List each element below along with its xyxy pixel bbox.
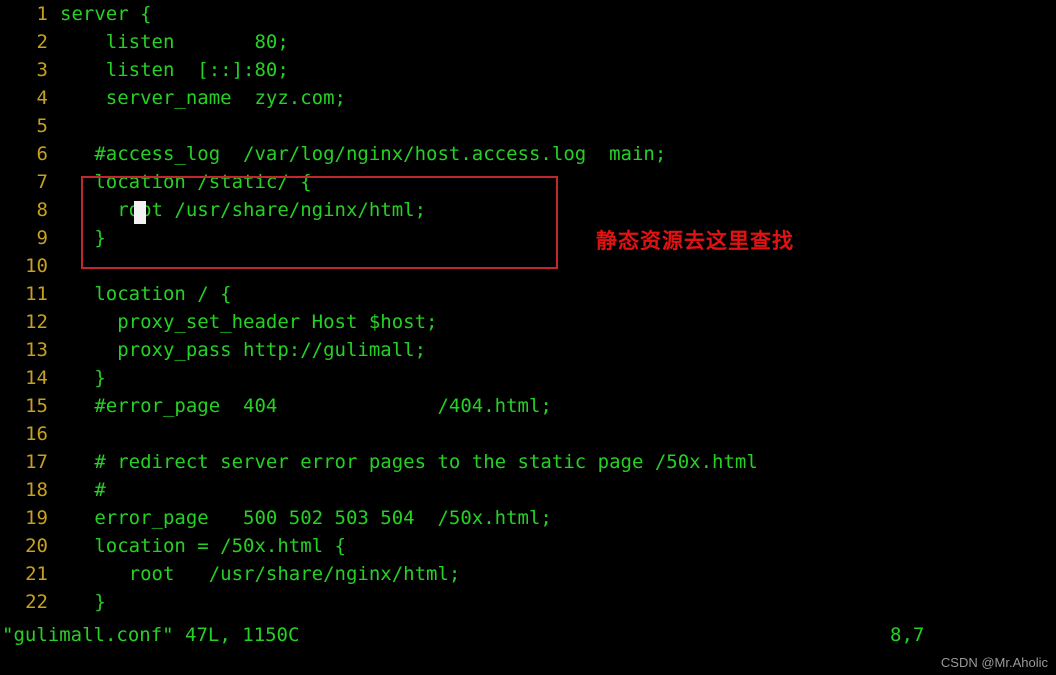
line-content[interactable]: server_name zyz.com; — [60, 84, 346, 112]
code-line[interactable]: 15 #error_page 404 /404.html; — [0, 392, 1056, 420]
line-number: 10 — [25, 255, 48, 277]
code-line[interactable]: 5 — [0, 112, 1056, 140]
code-line[interactable]: 16 — [0, 420, 1056, 448]
code-editor-buffer[interactable]: 1 server {2 listen 80; 3 listen [::]:80; 4 … — [0, 0, 1056, 620]
code-line[interactable]: 8 root /usr/share/nginx/html; — [0, 196, 1056, 224]
line-number: 5 — [36, 115, 48, 137]
code-line[interactable]: 21 root /usr/share/nginx/html; — [0, 560, 1056, 588]
line-number: 13 — [25, 339, 48, 361]
line-content[interactable]: location = /50x.html { — [60, 532, 346, 560]
line-content[interactable]: proxy_set_header Host $host; — [60, 308, 437, 336]
line-content[interactable]: error_page 500 502 503 504 /50x.html; — [60, 504, 552, 532]
line-content[interactable]: } — [60, 588, 105, 616]
annotation-static-resource-note: 静态资源去这里查找 — [596, 229, 794, 253]
line-number: 19 — [25, 507, 48, 529]
code-line[interactable]: 9 } — [0, 224, 1056, 252]
code-line[interactable]: 4 server_name zyz.com; — [0, 84, 1056, 112]
code-line[interactable]: 11 location / { — [0, 280, 1056, 308]
block-cursor — [134, 201, 146, 224]
code-line[interactable]: 22 } — [0, 588, 1056, 616]
line-content[interactable]: proxy_pass http://gulimall; — [60, 336, 426, 364]
code-line[interactable]: 1 server { — [0, 0, 1056, 28]
line-number: 15 — [25, 395, 48, 417]
line-number: 14 — [25, 367, 48, 389]
code-line[interactable]: 14 } — [0, 364, 1056, 392]
line-content[interactable]: listen [::]:80; — [60, 56, 289, 84]
line-number: 3 — [36, 59, 48, 81]
code-line[interactable]: 20 location = /50x.html { — [0, 532, 1056, 560]
code-line[interactable]: 10 — [0, 252, 1056, 280]
code-line[interactable]: 6 #access_log /var/log/nginx/host.access… — [0, 140, 1056, 168]
code-line[interactable]: 13 proxy_pass http://gulimall; — [0, 336, 1056, 364]
line-number: 22 — [25, 591, 48, 613]
code-line[interactable]: 12 proxy_set_header Host $host; — [0, 308, 1056, 336]
line-content[interactable]: } — [60, 224, 105, 252]
status-file-info: "gulimall.conf" 47L, 1150C — [2, 624, 300, 646]
line-content[interactable]: location / { — [60, 280, 231, 308]
line-number: 2 — [36, 31, 48, 53]
line-content[interactable]: server { — [60, 0, 152, 28]
line-content[interactable]: root /usr/share/nginx/html; — [60, 560, 461, 588]
line-content[interactable]: root /usr/share/nginx/html; — [60, 196, 426, 224]
code-line[interactable]: 17 # redirect server error pages to the … — [0, 448, 1056, 476]
vim-status-bar: "gulimall.conf" 47L, 1150C 8,7 — [0, 620, 1056, 650]
code-line[interactable]: 2 listen 80; — [0, 28, 1056, 56]
line-content[interactable]: listen 80; — [60, 28, 289, 56]
line-content[interactable]: # — [60, 476, 105, 504]
csdn-watermark: CSDN @Mr.Aholic — [940, 655, 1048, 670]
line-number: 11 — [25, 283, 48, 305]
code-line[interactable]: 18 # — [0, 476, 1056, 504]
code-line[interactable]: 19 error_page 500 502 503 504 /50x.html; — [0, 504, 1056, 532]
line-number: 7 — [36, 171, 48, 193]
line-number: 17 — [25, 451, 48, 473]
terminal-screen: 1 server {2 listen 80; 3 listen [::]:80; 4 … — [0, 0, 1056, 675]
line-number: 9 — [36, 227, 48, 249]
line-content[interactable]: # redirect server error pages to the sta… — [60, 448, 757, 476]
code-line[interactable]: 7 location /static/ { — [0, 168, 1056, 196]
line-content[interactable]: #error_page 404 /404.html; — [60, 392, 552, 420]
line-number: 12 — [25, 311, 48, 333]
line-number: 1 — [36, 3, 48, 25]
line-number: 16 — [25, 423, 48, 445]
line-number: 4 — [36, 87, 48, 109]
line-content[interactable]: } — [60, 364, 105, 392]
line-number: 21 — [25, 563, 48, 585]
code-line[interactable]: 3 listen [::]:80; — [0, 56, 1056, 84]
line-number: 18 — [25, 479, 48, 501]
line-number: 20 — [25, 535, 48, 557]
line-content[interactable]: #access_log /var/log/nginx/host.access.l… — [60, 140, 666, 168]
line-number: 6 — [36, 143, 48, 165]
line-content[interactable]: location /static/ { — [60, 168, 311, 196]
line-number: 8 — [36, 199, 48, 221]
status-cursor-position: 8,7 — [890, 624, 925, 646]
